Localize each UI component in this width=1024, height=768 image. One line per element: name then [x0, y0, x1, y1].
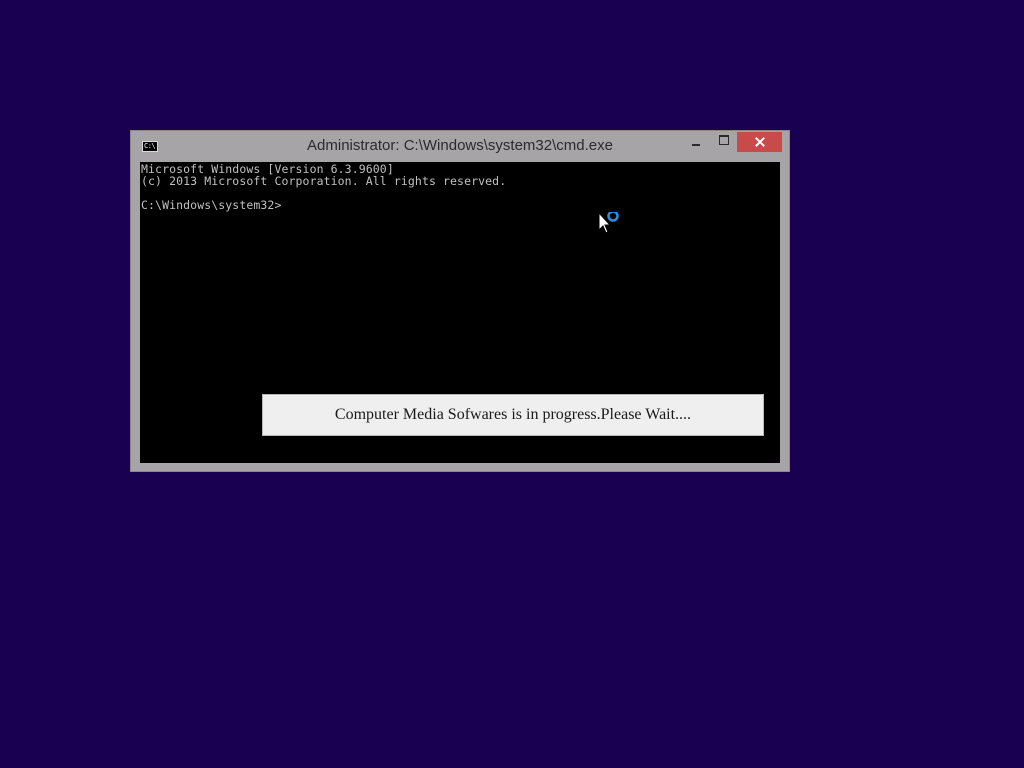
close-button[interactable]	[737, 132, 782, 152]
window-titlebar[interactable]: C:\ Administrator: C:\Windows\system32\c…	[131, 131, 789, 162]
console-prompt[interactable]: C:\Windows\system32>	[141, 199, 281, 211]
close-icon	[755, 137, 765, 147]
progress-dialog: Computer Media Sofwares is in progress.P…	[262, 394, 764, 436]
minimize-icon	[692, 144, 700, 146]
busy-arrow-cursor-icon	[598, 212, 619, 234]
maximize-button[interactable]	[709, 132, 739, 152]
progress-message: Computer Media Sofwares is in progress.P…	[334, 406, 692, 423]
minimize-button[interactable]	[681, 132, 711, 152]
maximize-icon	[719, 135, 729, 145]
console-copyright-line: (c) 2013 Microsoft Corporation. All righ…	[141, 174, 507, 188]
desktop: { "window": { "title": "Administrator: C…	[0, 0, 1024, 768]
